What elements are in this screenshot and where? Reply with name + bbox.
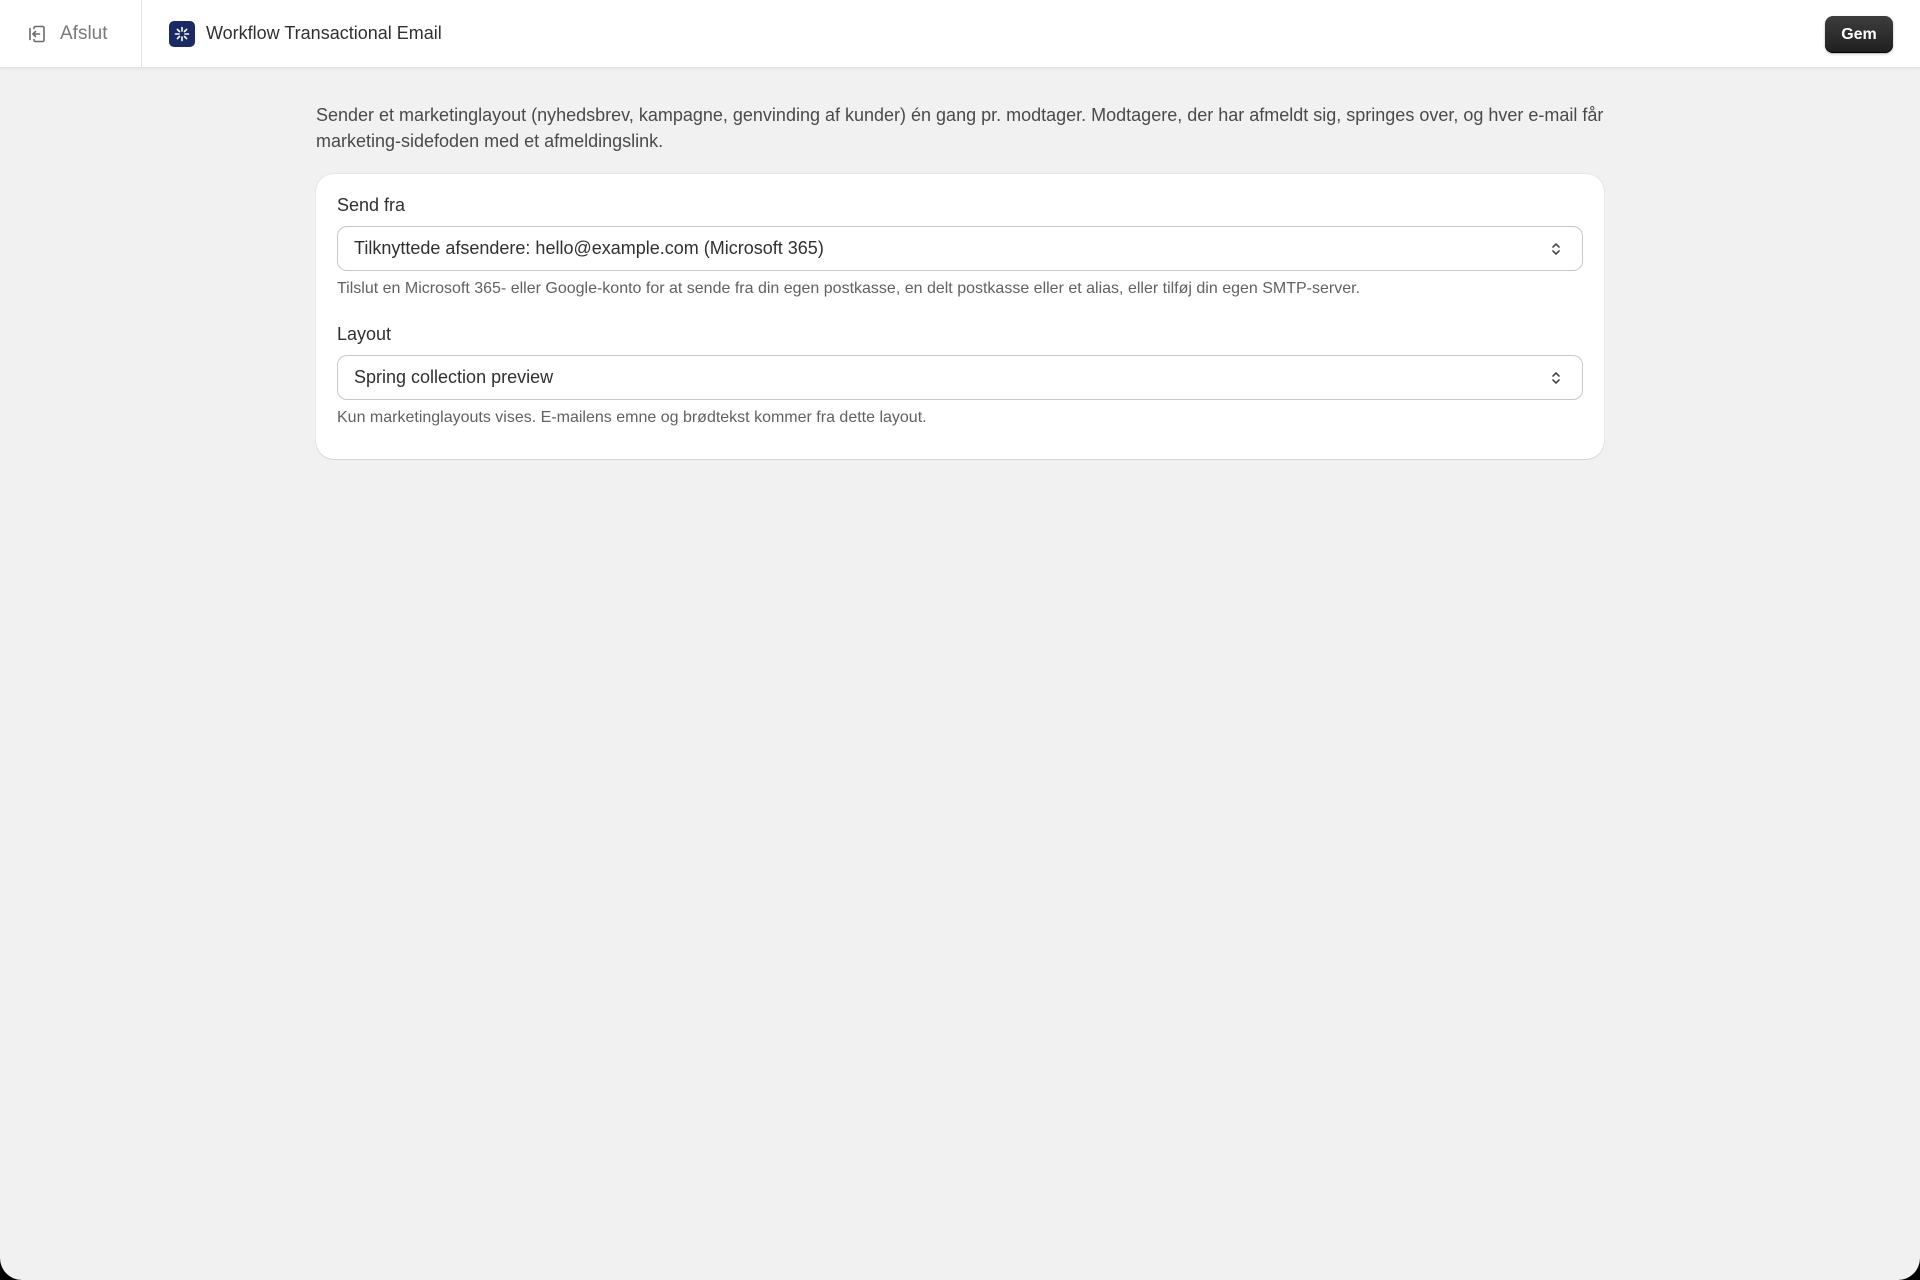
chevron-up-down-icon <box>1546 239 1566 264</box>
send-from-value: Tilknyttede afsendere: hello@example.com… <box>354 238 824 258</box>
chevron-up-down-icon <box>1546 368 1566 393</box>
app-title-group: Workflow Transactional Email <box>169 20 442 47</box>
app-title: Workflow Transactional Email <box>206 23 442 43</box>
layout-field: Layout Spring collection preview Kun mar… <box>337 324 1583 427</box>
send-from-help: Tilslut en Microsoft 365- eller Google-k… <box>337 280 1361 297</box>
layout-select[interactable]: Spring collection preview <box>337 355 1583 400</box>
app-screen: Afslut Workflow Transactional Email Gem … <box>0 0 1920 1280</box>
settings-card: Send fra Tilknyttede afsendere: hello@ex… <box>316 174 1604 459</box>
layout-value: Spring collection preview <box>354 367 554 387</box>
send-from-select[interactable]: Tilknyttede afsendere: hello@example.com… <box>337 226 1583 271</box>
send-from-label: Send fra <box>337 195 406 215</box>
sparkle-logo-icon <box>169 20 195 47</box>
intro-description: Sender et marketinglayout (nyhedsbrev, k… <box>316 105 1604 151</box>
exit-button[interactable]: Afslut <box>0 0 142 68</box>
save-button[interactable]: Gem <box>1825 16 1893 53</box>
main-content: Sender et marketinglayout (nyhedsbrev, k… <box>316 102 1604 459</box>
exit-label: Afslut <box>60 22 108 44</box>
send-from-field: Send fra Tilknyttede afsendere: hello@ex… <box>337 195 1583 298</box>
layout-help: Kun marketinglayouts vises. E-mailens em… <box>337 409 927 426</box>
layout-label: Layout <box>337 324 392 344</box>
top-bar: Afslut Workflow Transactional Email Gem <box>0 0 1920 68</box>
exit-icon <box>28 25 46 43</box>
